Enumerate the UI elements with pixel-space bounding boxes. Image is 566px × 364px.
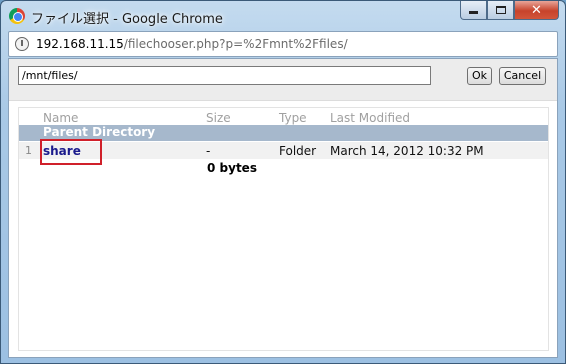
column-header-name[interactable]: Name [43,111,78,125]
address-path: /filechooser.php?p=%2Fmnt%2Ffiles/ [123,37,348,51]
path-input[interactable] [18,66,431,85]
column-header-type[interactable]: Type [279,111,307,125]
window-title: ファイル選択 - Google Chrome [31,12,223,27]
row-number: 1 [25,144,32,157]
file-chooser-content: Ok Cancel Name Size Type Last Modified P… [8,58,558,358]
chrome-logo-icon [9,8,25,24]
file-size: - [206,144,211,158]
minimize-button[interactable] [460,1,487,20]
ok-button[interactable]: Ok [467,67,492,85]
address-url[interactable]: 192.168.11.15/filechooser.php?p=%2Fmnt%2… [36,37,348,51]
total-size: 0 bytes [207,161,257,175]
address-bar[interactable]: 192.168.11.15/filechooser.php?p=%2Fmnt%2… [8,31,558,57]
column-header-last-modified[interactable]: Last Modified [330,111,410,125]
file-listing: Name Size Type Last Modified Parent Dire… [18,107,549,351]
minimize-icon [469,11,478,14]
column-header-size[interactable]: Size [206,111,231,125]
file-last-modified: March 14, 2012 10:32 PM [330,144,484,158]
title-bar[interactable]: ファイル選択 - Google Chrome ✕ [1,1,565,31]
parent-directory-link[interactable]: Parent Directory [43,125,155,139]
file-type: Folder [279,144,317,158]
chrome-popup-window: ファイル選択 - Google Chrome ✕ 192.168.11.15/f… [0,0,566,364]
close-icon: ✕ [531,2,542,18]
cancel-button[interactable]: Cancel [499,67,546,85]
address-host: 192.168.11.15 [36,37,124,51]
close-button[interactable]: ✕ [514,1,559,20]
path-toolbar: Ok Cancel [9,59,557,101]
page-info-icon[interactable] [15,37,29,51]
window-controls: ✕ [460,1,559,21]
maximize-icon [495,6,506,14]
highlight-box [40,139,102,165]
maximize-button[interactable] [487,1,514,20]
